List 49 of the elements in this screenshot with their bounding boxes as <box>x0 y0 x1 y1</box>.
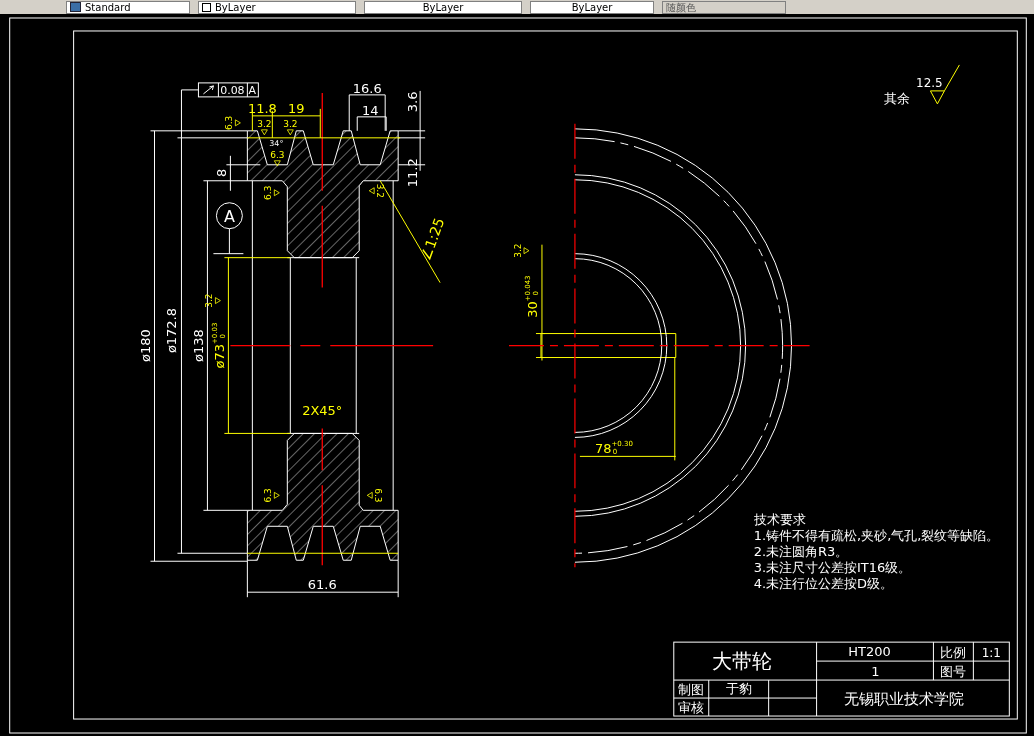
roughness-value: 6.3 <box>224 115 235 130</box>
plot-style-dropdown[interactable]: 随颜色 <box>662 0 786 14</box>
dimension-text: 14 <box>361 102 379 118</box>
roughness-value: 6.3 <box>373 488 384 503</box>
note-text: 2.未注圆角R3。 <box>753 544 849 560</box>
drawn-by-name: 于豹 <box>725 681 752 697</box>
notes-title: 技术要求 <box>753 512 806 528</box>
school-name: 无锡职业技术学院 <box>844 690 965 709</box>
general-roughness-label: 其余 <box>884 90 911 106</box>
tolerance-datum: A <box>248 83 257 97</box>
roughness-value: 6.3 <box>270 149 285 160</box>
scale-text: 1:1 <box>981 646 1001 661</box>
note-text: 4.未注行位公差按D级。 <box>753 576 894 592</box>
chamfer-note: 2X45° <box>302 403 343 419</box>
tolerance-value: 0.08 <box>220 83 245 97</box>
dimension-text: ø172.8 <box>164 308 180 354</box>
roughness-value: 12.5 <box>916 75 943 90</box>
linetype-dropdown[interactable]: ByLayer <box>364 0 522 14</box>
layer-dropdown[interactable]: ByLayer <box>198 0 356 14</box>
scale-label: 比例 <box>940 645 967 661</box>
note-text: 1.铸件不得有疏松,夹砂,气孔,裂纹等缺陷。 <box>753 528 1000 544</box>
roughness-value: 3.2 <box>283 118 298 129</box>
roughness-value: 3.2 <box>257 118 272 129</box>
roughness-value: 3.2 <box>375 183 386 198</box>
dimension-text: ø180 <box>137 329 153 362</box>
dimension-text: 11.8 <box>247 100 277 116</box>
dimension-text: 61.6 <box>307 577 337 593</box>
dimension-text: ø138 <box>191 329 207 362</box>
part-name: 大带轮 <box>711 649 772 674</box>
dimension-text: 19 <box>288 100 305 116</box>
dimension-text: 16.6 <box>352 80 382 96</box>
roughness-value: 3.2 <box>204 293 215 308</box>
drawing-number-label: 图号 <box>940 664 967 680</box>
note-text: 3.未注尺寸公差按IT16级。 <box>753 560 912 576</box>
drawn-by-label: 制图 <box>677 682 704 698</box>
dimension-text: 34° <box>269 138 284 148</box>
material-text: HT200 <box>848 644 891 660</box>
dimension-text: 3.6 <box>405 91 421 113</box>
datum-label: A <box>223 206 235 226</box>
quantity-text: 1 <box>871 664 880 680</box>
dimension-text: 8 <box>214 168 230 177</box>
roughness-value: 6.3 <box>263 185 274 200</box>
taper-note: ∠1:25 <box>417 215 448 263</box>
lineweight-dropdown[interactable]: ByLayer <box>530 0 654 14</box>
roughness-value: 6.3 <box>263 488 274 503</box>
roughness-value: 3.2 <box>513 243 523 258</box>
checked-by-label: 审核 <box>677 700 704 716</box>
text-style-dropdown[interactable]: Standard <box>66 0 190 14</box>
dimension-text: 11.2 <box>405 158 421 188</box>
